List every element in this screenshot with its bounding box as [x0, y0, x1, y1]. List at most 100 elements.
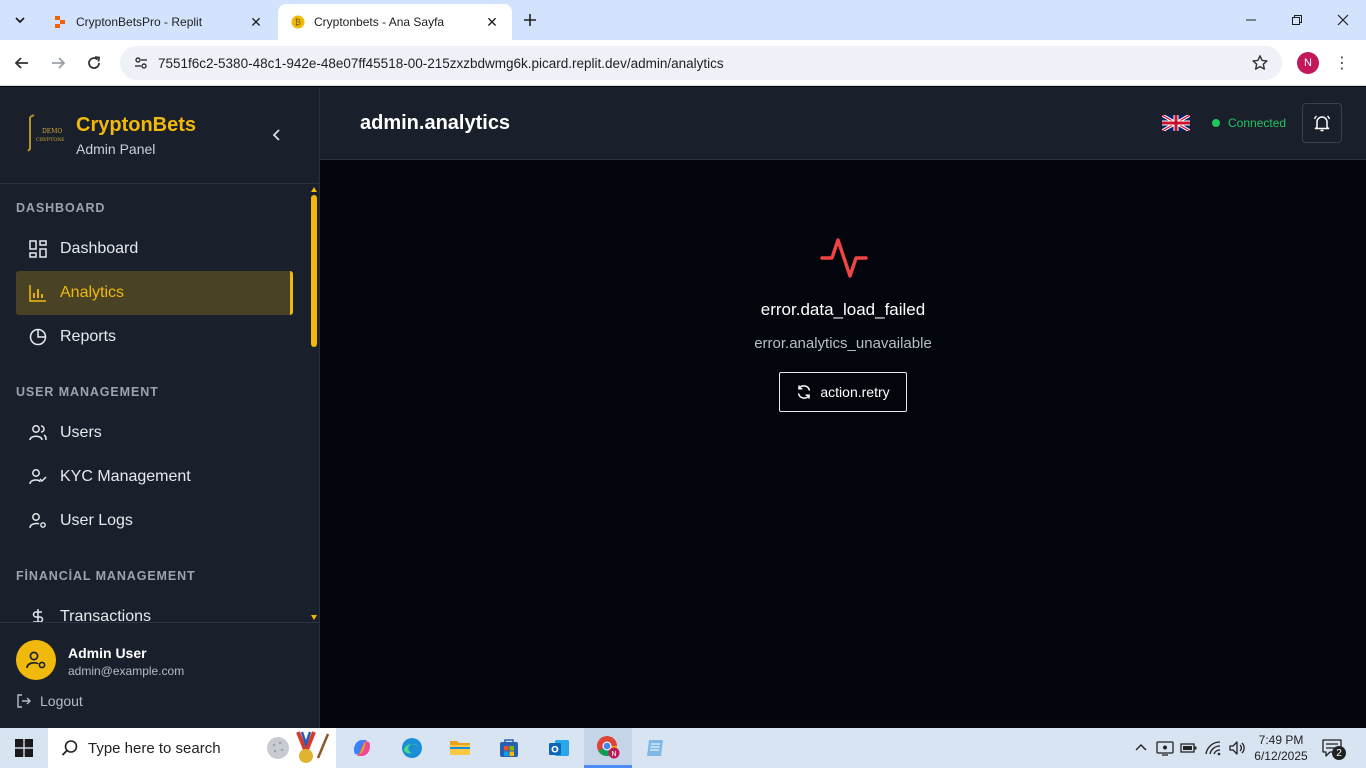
scrollbar-thumb[interactable] [311, 195, 317, 347]
taskbar-notepad[interactable] [632, 728, 680, 768]
browser-tab-active[interactable]: ₿ Cryptonbets - Ana Sayfa ✕ [278, 4, 512, 40]
search-highlight-golf-icon [267, 731, 330, 763]
sidebar-item-users[interactable]: Users [16, 411, 293, 455]
taskbar-file-explorer[interactable] [436, 728, 484, 768]
uk-flag-icon[interactable] [1162, 115, 1190, 131]
scroll-up-arrow-icon[interactable] [311, 187, 317, 192]
logout-button[interactable]: Logout [16, 693, 83, 709]
profile-avatar[interactable]: N [1297, 52, 1319, 74]
new-tab-button[interactable] [518, 8, 542, 32]
section-heading-financial-management: FİNANCİAL MANAGEMENT [16, 569, 196, 583]
tray-battery[interactable] [1179, 728, 1199, 768]
close-tab-icon[interactable]: ✕ [484, 14, 500, 30]
restore-icon [1292, 15, 1302, 25]
tab-search-button[interactable] [8, 8, 32, 32]
tray-meet-now[interactable] [1155, 728, 1175, 768]
browser-tab[interactable]: CryptonBetsPro - Replit ✕ [40, 4, 276, 40]
svg-text:CRYPTONBETS: CRYPTONBETS [36, 137, 64, 143]
tab-title: Cryptonbets - Ana Sayfa [314, 15, 445, 29]
taskbar-edge[interactable] [388, 728, 436, 768]
activity-pulse-icon [820, 238, 868, 278]
tray-volume[interactable] [1227, 728, 1247, 768]
taskbar-outlook[interactable]: O [535, 728, 583, 768]
battery-icon [1180, 743, 1197, 753]
bookmark-star-icon[interactable] [1248, 51, 1272, 75]
scroll-down-arrow-icon[interactable] [311, 615, 317, 620]
sidebar-item-label: User Logs [60, 512, 133, 529]
browser-menu-icon[interactable]: ⋮ [1334, 52, 1350, 74]
taskbar-chrome[interactable]: N [584, 728, 632, 768]
sidebar-scrollbar[interactable] [310, 185, 319, 622]
sidebar-item-label: Reports [60, 328, 117, 345]
taskbar-clock[interactable]: 7:49 PM 6/12/2025 [1250, 732, 1312, 764]
reload-button[interactable] [81, 50, 107, 76]
brand-header: DEMO CRYPTONBETS CryptonBets Admin Panel [0, 87, 319, 184]
main-content: error.data_load_failed error.analytics_u… [320, 160, 1366, 728]
section-heading-user-management: USER MANAGEMENT [16, 385, 159, 399]
cryptonbets-favicon-icon: ₿ [290, 14, 306, 30]
restore-window-button[interactable] [1274, 0, 1320, 40]
speaker-icon [1229, 741, 1245, 755]
pie-chart-icon [28, 327, 48, 347]
sidebar-item-reports[interactable]: Reports [16, 315, 293, 359]
user-cog-icon [26, 651, 46, 669]
minimize-window-button[interactable] [1228, 0, 1274, 40]
sidebar-item-label: Dashboard [60, 240, 139, 257]
avatar[interactable] [16, 640, 56, 680]
address-bar[interactable]: 7551f6c2-5380-48c1-942e-48e07ff45518-00-… [120, 46, 1282, 80]
sidebar-item-dashboard[interactable]: Dashboard [16, 227, 293, 271]
wifi-icon [1205, 741, 1221, 756]
forward-button[interactable] [45, 50, 71, 76]
top-header: admin.analytics Connected [320, 87, 1366, 160]
sidebar-item-label: Users [60, 424, 102, 441]
sidebar-item-transactions[interactable]: Transactions [16, 595, 293, 622]
user-check-icon [28, 467, 48, 487]
tray-overflow-button[interactable] [1131, 728, 1151, 768]
chrome-icon: N [597, 735, 620, 758]
tab-title: CryptonBetsPro - Replit [76, 15, 203, 29]
svg-text:DEMO: DEMO [42, 128, 62, 135]
taskbar-search-box[interactable]: Type here to search [48, 728, 336, 768]
sidebar-nav: DASHBOARD Dashboard Analytics Reports US… [0, 185, 310, 622]
status-dot-icon [1212, 119, 1220, 127]
collapse-sidebar-button[interactable] [266, 124, 288, 146]
notifications-button[interactable] [1302, 103, 1342, 143]
close-tab-icon[interactable]: ✕ [248, 14, 264, 30]
retry-label: action.retry [820, 384, 890, 400]
reload-icon [88, 56, 101, 69]
sidebar-item-kyc-management[interactable]: KYC Management [16, 455, 293, 499]
tray-network[interactable] [1203, 728, 1223, 768]
edge-browser-icon [402, 738, 422, 758]
url-text[interactable]: 7551f6c2-5380-48c1-942e-48e07ff45518-00-… [158, 56, 1248, 71]
error-message: error.analytics_unavailable [754, 335, 932, 352]
taskbar-store[interactable] [485, 728, 533, 768]
taskbar-copilot[interactable] [338, 728, 386, 768]
clock-date: 6/12/2025 [1254, 749, 1308, 763]
arrow-right-icon [52, 57, 66, 69]
page-title: admin.analytics [360, 112, 511, 134]
sidebar: DEMO CRYPTONBETS CryptonBets Admin Panel… [0, 87, 320, 728]
folder-icon [450, 741, 470, 755]
svg-text:N: N [611, 750, 616, 758]
sidebar-item-label: Transactions [60, 608, 151, 622]
browser-tab-bar: CryptonBetsPro - Replit ✕ ₿ Cryptonbets … [0, 0, 1366, 40]
close-window-button[interactable] [1320, 0, 1366, 40]
bar-chart-icon [28, 283, 48, 303]
refresh-icon [796, 384, 812, 400]
svg-text:₿: ₿ [295, 18, 301, 27]
retry-button[interactable]: action.retry [779, 372, 907, 412]
copilot-icon [353, 740, 371, 756]
notification-count-badge: 2 [1332, 746, 1346, 760]
sidebar-item-user-logs[interactable]: User Logs [16, 499, 293, 543]
user-cog-icon [28, 511, 48, 531]
sidebar-item-analytics[interactable]: Analytics [16, 271, 293, 315]
notification-center-button[interactable]: 2 [1318, 736, 1346, 760]
site-info-icon[interactable] [130, 52, 152, 74]
clock-time: 7:49 PM [1258, 733, 1304, 747]
windows-taskbar: Type here to search O N 7:49 PM 6/12/202… [0, 728, 1366, 768]
dollar-icon [28, 607, 48, 622]
users-icon [28, 423, 48, 443]
brand-name: CryptonBets [76, 114, 197, 136]
back-button[interactable] [9, 50, 35, 76]
start-button[interactable] [0, 728, 48, 768]
